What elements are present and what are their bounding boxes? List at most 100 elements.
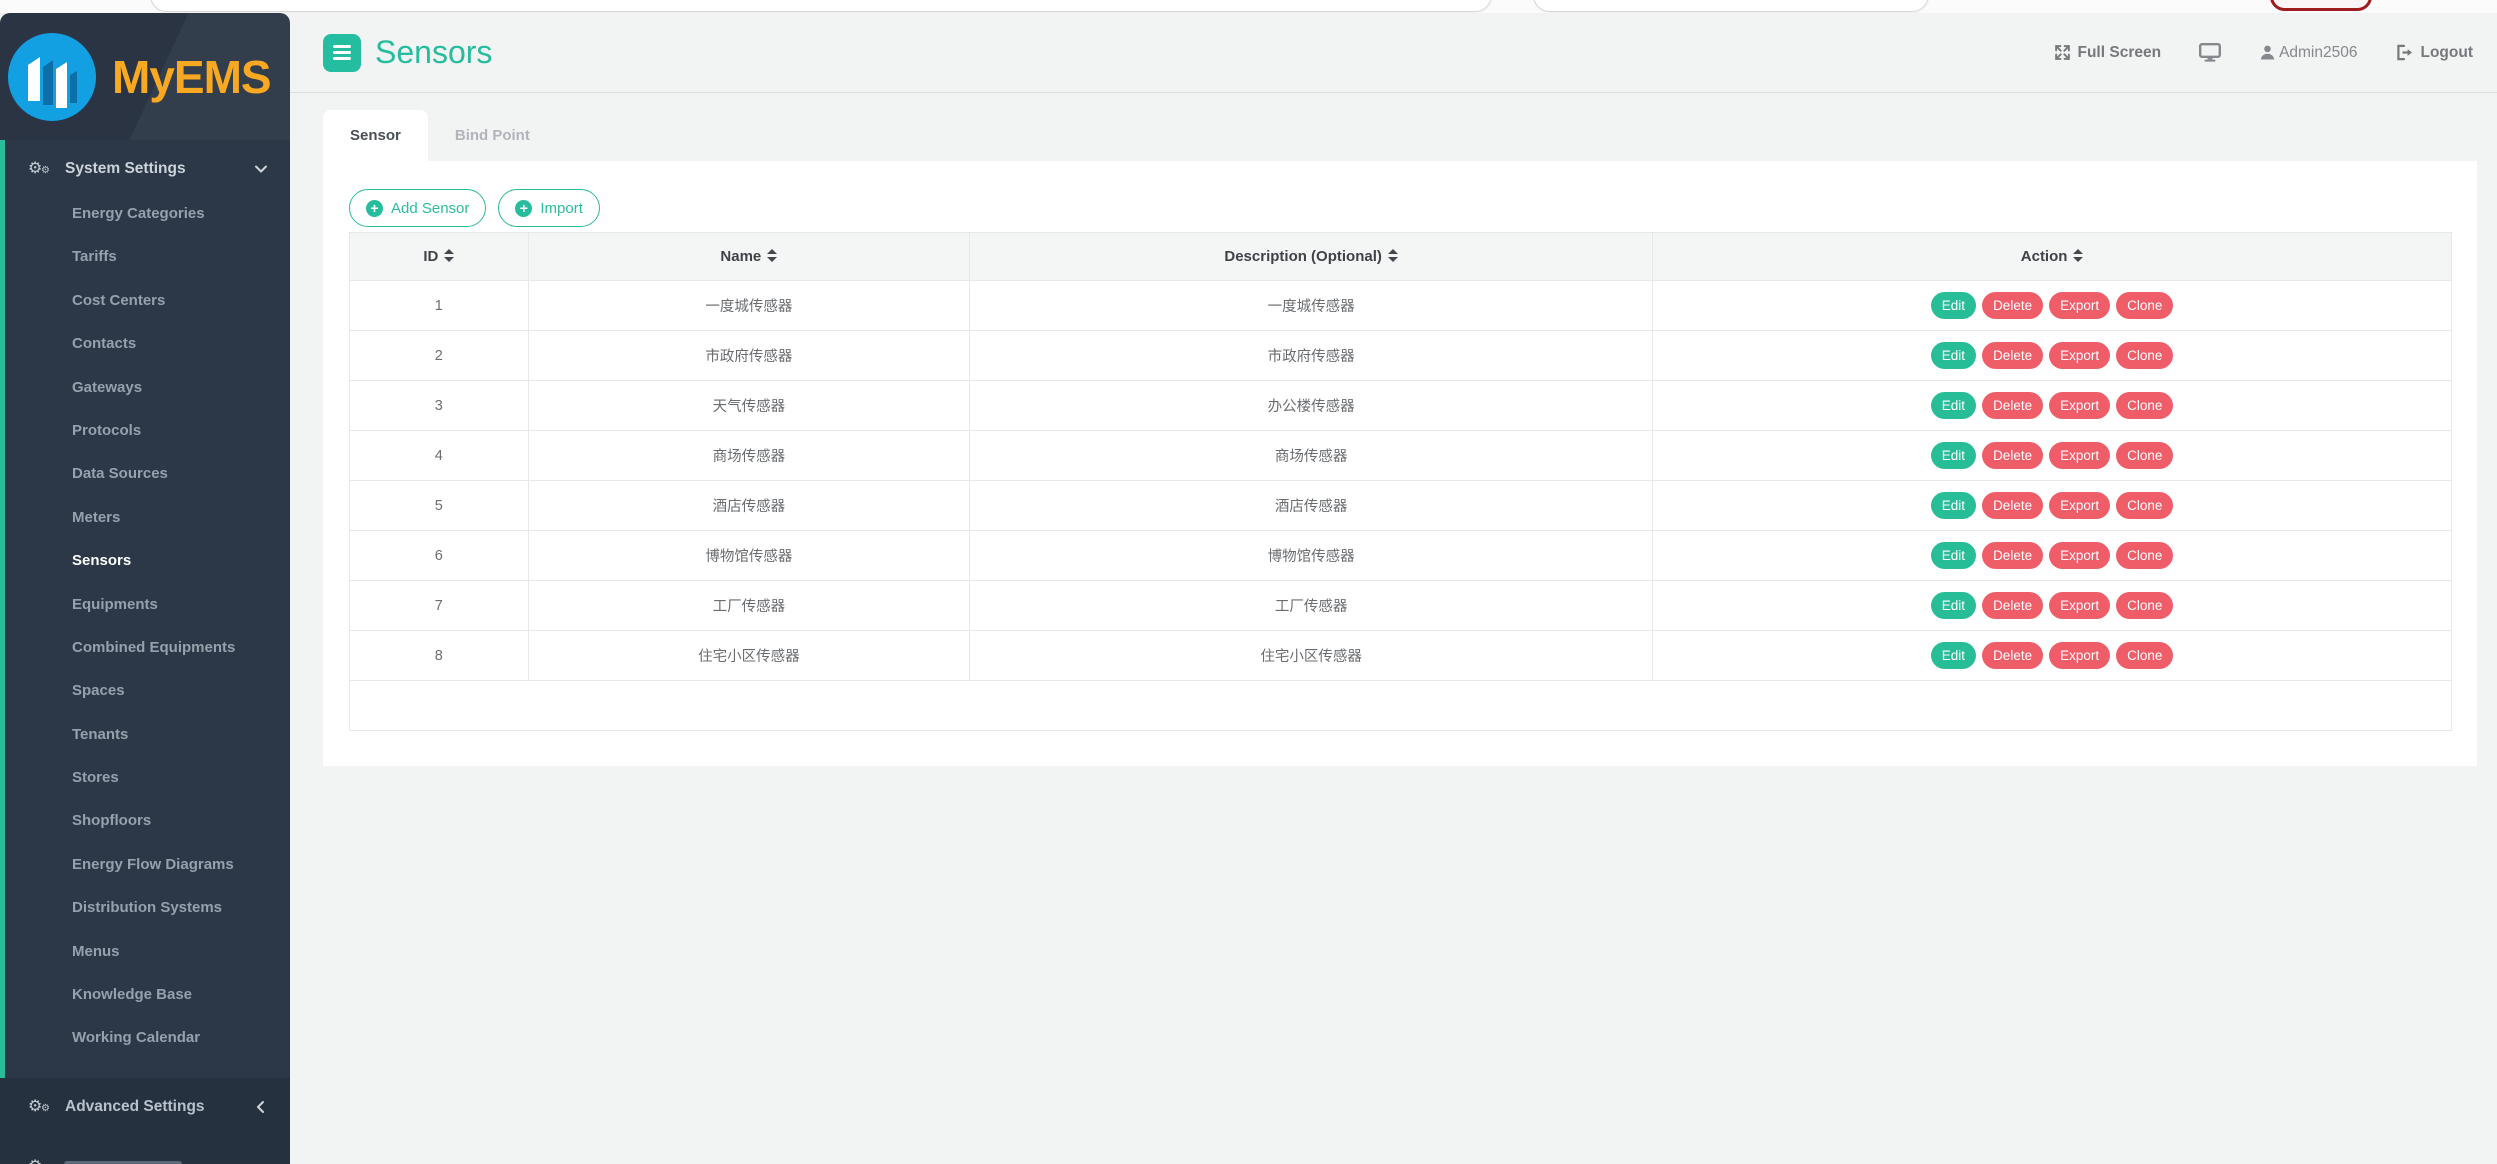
column-header-id[interactable]: ID — [350, 233, 529, 281]
cell-actions: EditDeleteExportClone — [1653, 431, 2452, 481]
import-button[interactable]: + Import — [498, 189, 600, 227]
export-button[interactable]: Export — [2049, 392, 2110, 419]
cell-actions: EditDeleteExportClone — [1653, 331, 2452, 381]
delete-button[interactable]: Delete — [1982, 642, 2043, 669]
tab-bind-point[interactable]: Bind Point — [428, 110, 557, 161]
delete-button[interactable]: Delete — [1982, 542, 2043, 569]
delete-button[interactable]: Delete — [1982, 492, 2043, 519]
plus-circle-icon: + — [515, 200, 532, 217]
sidebar-section-advanced-settings-area: ⚙⚙ Advanced Settings ⚙ — [0, 1078, 290, 1164]
cell-name: 酒店传感器 — [528, 481, 969, 531]
sidebar-item-equipments[interactable]: Equipments — [0, 583, 290, 626]
edit-button[interactable]: Edit — [1931, 442, 1976, 469]
add-sensor-button[interactable]: + Add Sensor — [349, 189, 486, 227]
clone-button[interactable]: Clone — [2116, 292, 2173, 319]
sidebar-item-data-sources[interactable]: Data Sources — [0, 452, 290, 495]
sidebar-item-distribution-systems[interactable]: Distribution Systems — [0, 886, 290, 929]
sidebar-section-advanced-settings[interactable]: ⚙⚙ Advanced Settings — [0, 1078, 290, 1136]
export-button[interactable]: Export — [2049, 492, 2110, 519]
table-header-row: IDNameDescription (Optional)Action — [350, 233, 2452, 281]
top-strip-red-fragment — [2270, 0, 2372, 11]
sidebar-item-tariffs[interactable]: Tariffs — [0, 235, 290, 278]
myems-logo-icon — [8, 33, 96, 121]
edit-button[interactable]: Edit — [1931, 542, 1976, 569]
clone-button[interactable]: Clone — [2116, 342, 2173, 369]
sidebar-item-knowledge-base[interactable]: Knowledge Base — [0, 973, 290, 1016]
export-button[interactable]: Export — [2049, 342, 2110, 369]
clone-button[interactable]: Clone — [2116, 442, 2173, 469]
cell-id: 6 — [350, 531, 529, 581]
cell-actions: EditDeleteExportClone — [1653, 481, 2452, 531]
logout-label: Logout — [2420, 44, 2473, 62]
delete-button[interactable]: Delete — [1982, 292, 2043, 319]
export-button[interactable]: Export — [2049, 592, 2110, 619]
logout-button[interactable]: Logout — [2395, 44, 2473, 62]
sidebar-item-energy-flow-diagrams[interactable]: Energy Flow Diagrams — [0, 843, 290, 886]
sensor-table: IDNameDescription (Optional)Action 1 一度城… — [349, 232, 2452, 731]
sidebar: MyEMS ⚙⚙ System Settings Energy Categori… — [0, 13, 290, 1164]
edit-button[interactable]: Edit — [1931, 292, 1976, 319]
sidebar-item-gateways[interactable]: Gateways — [0, 366, 290, 409]
export-button[interactable]: Export — [2049, 642, 2110, 669]
edit-button[interactable]: Edit — [1931, 392, 1976, 419]
cell-description: 商场传感器 — [970, 431, 1653, 481]
delete-button[interactable]: Delete — [1982, 392, 2043, 419]
user-icon — [2259, 44, 2276, 61]
edit-button[interactable]: Edit — [1931, 642, 1976, 669]
clone-button[interactable]: Clone — [2116, 642, 2173, 669]
cell-description: 博物馆传感器 — [970, 531, 1653, 581]
hamburger-menu-icon[interactable] — [323, 34, 361, 72]
sidebar-section-system-settings[interactable]: ⚙⚙ System Settings — [0, 146, 290, 192]
export-button[interactable]: Export — [2049, 442, 2110, 469]
full-screen-button[interactable]: Full Screen — [2054, 44, 2162, 62]
active-section-accent — [0, 140, 5, 1078]
edit-button[interactable]: Edit — [1931, 492, 1976, 519]
cell-actions: EditDeleteExportClone — [1653, 531, 2452, 581]
edit-button[interactable]: Edit — [1931, 592, 1976, 619]
sidebar-item-cost-centers[interactable]: Cost Centers — [0, 279, 290, 322]
monitor-button[interactable] — [2199, 43, 2221, 62]
edit-button[interactable]: Edit — [1931, 342, 1976, 369]
section-label: Advanced Settings — [65, 1098, 205, 1116]
sidebar-item-shopfloors[interactable]: Shopfloors — [0, 799, 290, 842]
cell-name: 工厂传感器 — [528, 581, 969, 631]
table-row: 6 博物馆传感器 博物馆传感器 EditDeleteExportClone — [350, 531, 2452, 581]
expand-arrows-icon — [2054, 44, 2071, 61]
import-label: Import — [540, 200, 583, 217]
user-menu[interactable]: Admin2506 — [2259, 44, 2357, 62]
sidebar-item-contacts[interactable]: Contacts — [0, 322, 290, 365]
sidebar-item-combined-equipments[interactable]: Combined Equipments — [0, 626, 290, 669]
cell-name: 商场传感器 — [528, 431, 969, 481]
sidebar-item-protocols[interactable]: Protocols — [0, 409, 290, 452]
column-header-name[interactable]: Name — [528, 233, 969, 281]
delete-button[interactable]: Delete — [1982, 342, 2043, 369]
sidebar-item-meters[interactable]: Meters — [0, 496, 290, 539]
column-header-action[interactable]: Action — [1653, 233, 2452, 281]
sidebar-item-energy-categories[interactable]: Energy Categories — [0, 192, 290, 235]
delete-button[interactable]: Delete — [1982, 442, 2043, 469]
cell-id: 2 — [350, 331, 529, 381]
export-button[interactable]: Export — [2049, 292, 2110, 319]
column-header-description-optional[interactable]: Description (Optional) — [970, 233, 1653, 281]
clone-button[interactable]: Clone — [2116, 492, 2173, 519]
clone-button[interactable]: Clone — [2116, 592, 2173, 619]
clone-button[interactable]: Clone — [2116, 392, 2173, 419]
export-button[interactable]: Export — [2049, 542, 2110, 569]
sidebar-item-spaces[interactable]: Spaces — [0, 669, 290, 712]
page-title: Sensors — [375, 34, 492, 71]
sidebar-item-tenants[interactable]: Tenants — [0, 713, 290, 756]
delete-button[interactable]: Delete — [1982, 592, 2043, 619]
title-group: Sensors — [323, 34, 492, 72]
sidebar-item-stores[interactable]: Stores — [0, 756, 290, 799]
cell-actions: EditDeleteExportClone — [1653, 381, 2452, 431]
sidebar-item-working-calendar[interactable]: Working Calendar — [0, 1016, 290, 1059]
brand-logo[interactable]: MyEMS — [0, 13, 290, 140]
sidebar-item-menus[interactable]: Menus — [0, 930, 290, 973]
add-sensor-label: Add Sensor — [391, 200, 469, 217]
table-row: 2 市政府传感器 市政府传感器 EditDeleteExportClone — [350, 331, 2452, 381]
tab-sensor[interactable]: Sensor — [323, 110, 428, 161]
cell-name: 一度城传感器 — [528, 281, 969, 331]
clone-button[interactable]: Clone — [2116, 542, 2173, 569]
sidebar-item-sensors[interactable]: Sensors — [0, 539, 290, 582]
full-screen-label: Full Screen — [2078, 44, 2162, 62]
